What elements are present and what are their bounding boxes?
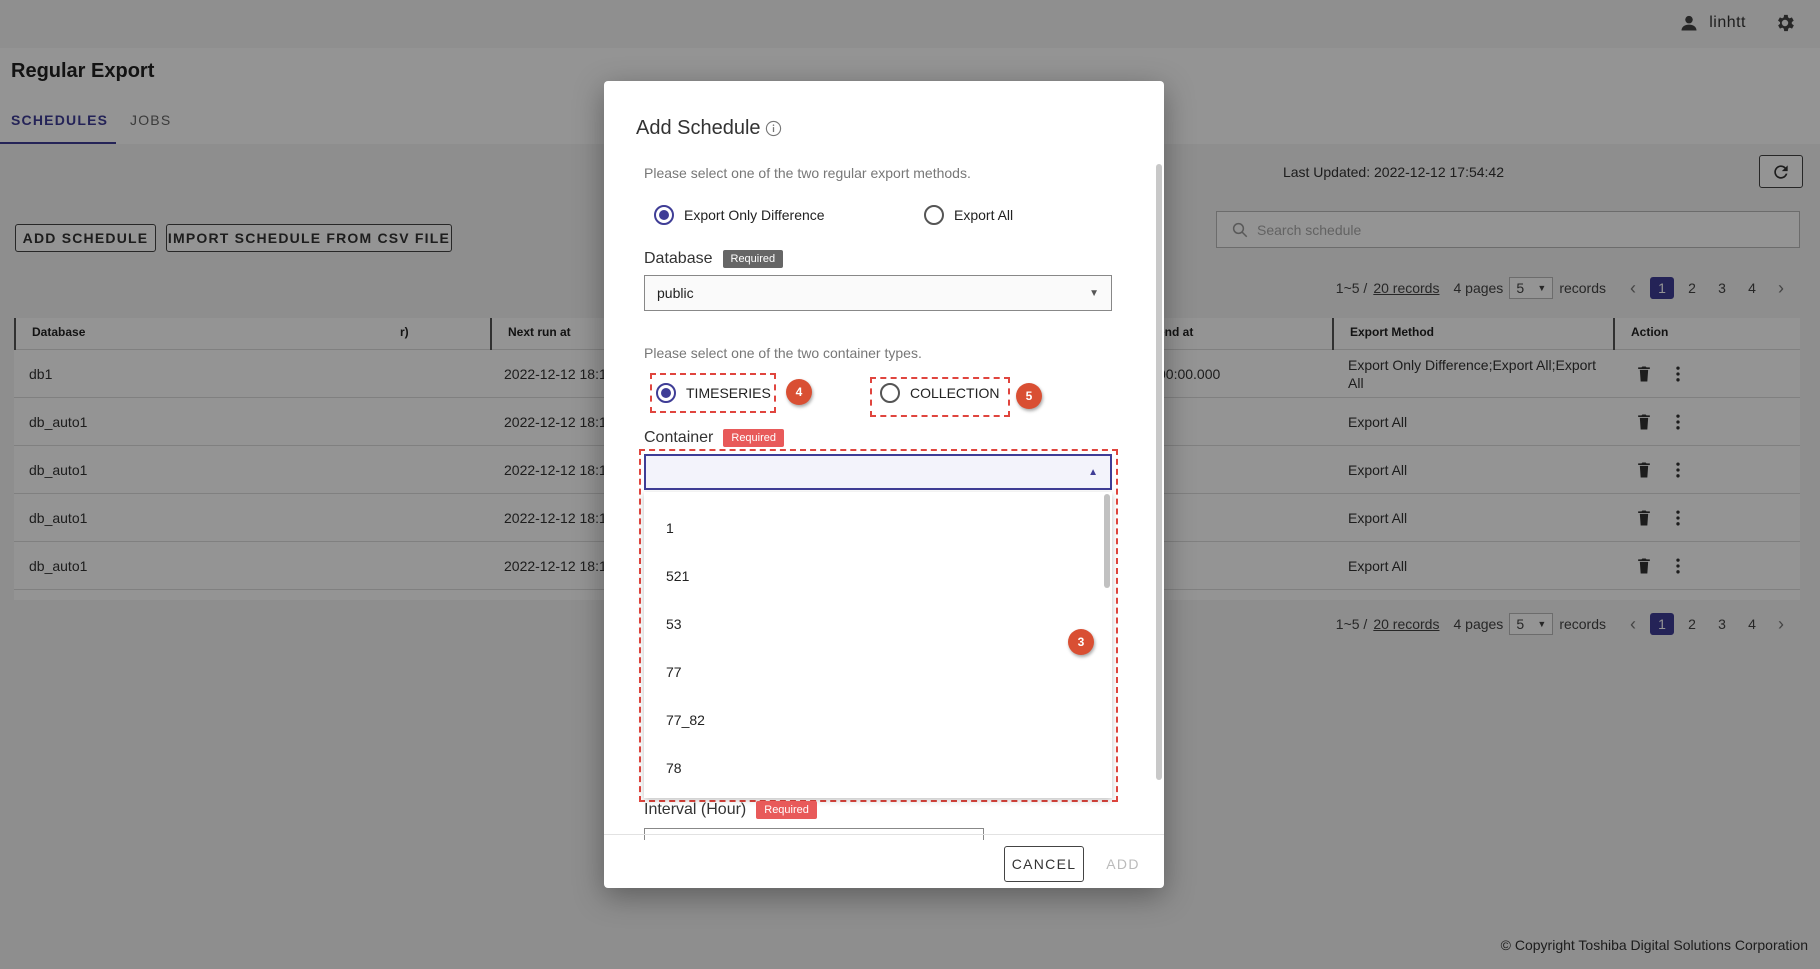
container-select[interactable]: ▲ <box>644 454 1112 490</box>
add-schedule-dialog: Add Schedule Please select one of the tw… <box>604 81 1164 888</box>
radio-label: Export Only Difference <box>684 207 825 223</box>
required-badge: Required <box>722 250 784 268</box>
container-option[interactable]: 77_82 <box>666 712 705 728</box>
interval-label-text: Interval (Hour) <box>644 801 747 818</box>
radio-unchecked-icon <box>880 383 900 403</box>
database-select[interactable]: public ▼ <box>644 275 1112 311</box>
dialog-scrollbar[interactable] <box>1156 164 1162 780</box>
annotation-marker-3: 3 <box>1068 629 1094 655</box>
radio-collection[interactable]: COLLECTION <box>880 383 999 403</box>
radio-timeseries[interactable]: TIMESERIES <box>656 383 771 403</box>
export-method-hint: Please select one of the two regular exp… <box>644 165 971 181</box>
container-option[interactable]: 77 <box>666 664 682 680</box>
radio-checked-icon <box>656 383 676 403</box>
dialog-title-text: Add Schedule <box>636 117 761 139</box>
interval-label: Interval (Hour) Required <box>644 801 817 819</box>
database-label: Database Required <box>644 250 784 268</box>
annotation-marker-4: 4 <box>786 379 812 405</box>
radio-checked-icon <box>654 205 674 225</box>
dialog-footer-divider <box>604 834 1164 835</box>
container-option[interactable]: 53 <box>666 616 682 632</box>
annotation-marker-5: 5 <box>1016 383 1042 409</box>
caret-down-icon: ▼ <box>1089 287 1099 299</box>
container-option[interactable]: 1 <box>666 520 674 536</box>
caret-up-icon: ▲ <box>1088 466 1098 478</box>
database-label-text: Database <box>644 250 713 267</box>
info-icon[interactable] <box>765 120 782 137</box>
container-option[interactable]: 78 <box>666 760 682 776</box>
cancel-button[interactable]: CANCEL <box>1004 846 1084 882</box>
radio-export-all[interactable]: Export All <box>924 205 1013 225</box>
radio-label: Export All <box>954 207 1014 223</box>
radio-unchecked-icon <box>924 205 944 225</box>
container-option[interactable]: 521 <box>666 568 689 584</box>
container-label: Container Required <box>644 429 785 447</box>
add-button[interactable]: ADD <box>1098 846 1148 882</box>
container-label-text: Container <box>644 429 714 446</box>
required-badge: Required <box>756 801 817 819</box>
container-dropdown-list: 1 521 53 77 77_82 78 <box>644 492 1112 798</box>
database-value: public <box>657 285 694 301</box>
dialog-title: Add Schedule <box>636 117 782 140</box>
radio-label: TIMESERIES <box>686 385 771 401</box>
radio-label: COLLECTION <box>910 385 1000 401</box>
dropdown-scrollbar[interactable] <box>1104 494 1110 588</box>
radio-export-only-difference[interactable]: Export Only Difference <box>654 205 825 225</box>
required-badge: Required <box>723 429 785 447</box>
container-type-hint: Please select one of the two container t… <box>644 345 922 361</box>
